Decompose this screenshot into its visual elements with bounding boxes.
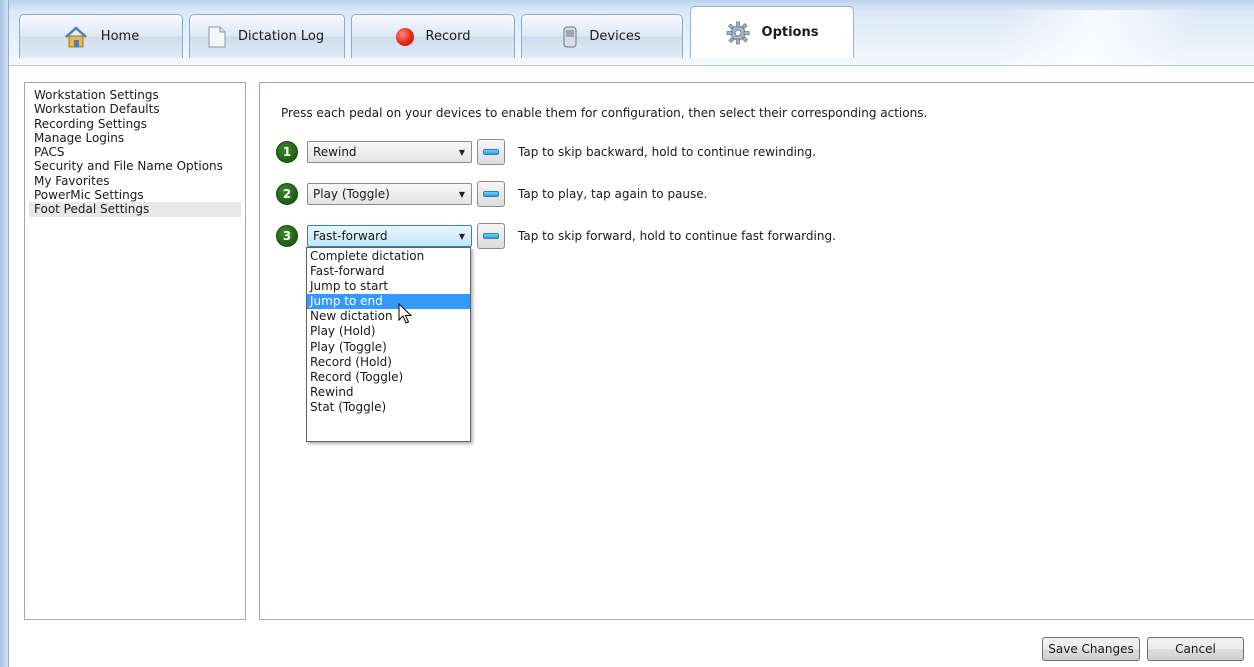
dropdown-option[interactable]: Play (Hold) [307, 324, 470, 339]
dropdown-option[interactable]: Fast-forward [307, 264, 470, 279]
device-icon [563, 26, 577, 48]
chevron-down-icon: ▼ [458, 189, 465, 199]
tab-home[interactable]: Home [19, 14, 183, 58]
home-icon [63, 25, 89, 49]
pedal-number-badge: 1 [276, 141, 298, 163]
chevron-down-icon: ▼ [458, 147, 465, 157]
tab-devices[interactable]: Devices [521, 14, 683, 58]
pedal-row-3: 3 Fast-forward ▼ Tap to skip forward, ho… [276, 223, 836, 249]
sidebar-item-manage-logins[interactable]: Manage Logins [29, 131, 241, 145]
tab-options-label: Options [761, 25, 819, 40]
dropdown-option[interactable]: Record (Toggle) [307, 370, 470, 385]
pedal-2-action-value: Play (Toggle) [313, 187, 390, 201]
options-sidebar: Workstation Settings Workstation Default… [24, 82, 246, 620]
sidebar-item-powermic-settings[interactable]: PowerMic Settings [29, 188, 241, 202]
minus-icon [483, 233, 499, 239]
dropdown-option[interactable]: Rewind [307, 385, 470, 400]
tab-dictation-log[interactable]: Dictation Log [189, 14, 345, 58]
dropdown-option[interactable]: Stat (Toggle) [307, 400, 470, 415]
pedal-1-remove-button[interactable] [477, 139, 505, 165]
pedal-1-description: Tap to skip backward, hold to continue r… [518, 145, 816, 159]
pedal-row-2: 2 Play (Toggle) ▼ Tap to play, tap again… [276, 181, 708, 207]
pedal-3-remove-button[interactable] [477, 223, 505, 249]
cancel-button[interactable]: Cancel [1147, 637, 1244, 661]
sidebar-item-my-favorites[interactable]: My Favorites [29, 174, 241, 188]
chevron-down-icon: ▼ [458, 231, 465, 241]
sidebar-item-recording-settings[interactable]: Recording Settings [29, 117, 241, 131]
sidebar-item-workstation-settings[interactable]: Workstation Settings [29, 88, 241, 102]
document-icon [208, 26, 226, 48]
dropdown-option[interactable]: Complete dictation [307, 249, 470, 264]
window-left-frame [0, 0, 9, 667]
pedal-1-action-value: Rewind [313, 145, 357, 159]
tab-dictation-log-label: Dictation Log [238, 29, 325, 44]
tab-home-label: Home [100, 29, 140, 44]
instructions-text: Press each pedal on your devices to enab… [281, 106, 928, 120]
pedal-row-1: 1 Rewind ▼ Tap to skip backward, hold to… [276, 139, 816, 165]
minus-icon [483, 149, 499, 155]
pedal-2-remove-button[interactable] [477, 181, 505, 207]
sidebar-item-pacs[interactable]: PACS [29, 145, 241, 159]
pedal-3-dropdown-list: Complete dictation Fast-forward Jump to … [306, 247, 471, 442]
tab-options[interactable]: Options [690, 6, 854, 58]
record-icon [395, 27, 414, 46]
dropdown-option[interactable]: New dictation [307, 309, 470, 324]
pedal-2-description: Tap to play, tap again to pause. [518, 187, 708, 201]
dropdown-option[interactable]: Record (Hold) [307, 355, 470, 370]
dropdown-option-highlighted[interactable]: Jump to end [307, 294, 470, 310]
pedal-3-action-value: Fast-forward [313, 229, 388, 243]
sidebar-item-foot-pedal-settings[interactable]: Foot Pedal Settings [29, 202, 241, 217]
pedal-number-badge: 3 [276, 225, 298, 247]
pedal-1-action-select[interactable]: Rewind ▼ [307, 141, 472, 163]
sidebar-item-workstation-defaults[interactable]: Workstation Defaults [29, 102, 241, 116]
save-changes-button[interactable]: Save Changes [1042, 637, 1140, 661]
dropdown-option[interactable]: Jump to start [307, 279, 470, 294]
mouse-cursor-icon [398, 302, 413, 328]
gear-icon [726, 21, 750, 45]
pedal-number-badge: 2 [276, 183, 298, 205]
pedal-2-action-select[interactable]: Play (Toggle) ▼ [307, 183, 472, 205]
dropdown-option[interactable]: Play (Toggle) [307, 340, 470, 355]
tab-devices-label: Devices [589, 29, 641, 44]
pedal-3-action-select[interactable]: Fast-forward ▼ [307, 225, 472, 247]
minus-icon [483, 191, 499, 197]
window-top-frame [0, 0, 1254, 10]
tab-record-label: Record [425, 29, 471, 44]
pedal-3-description: Tap to skip forward, hold to continue fa… [518, 229, 836, 243]
sidebar-item-security[interactable]: Security and File Name Options [29, 159, 241, 173]
tab-record[interactable]: Record [351, 14, 515, 58]
